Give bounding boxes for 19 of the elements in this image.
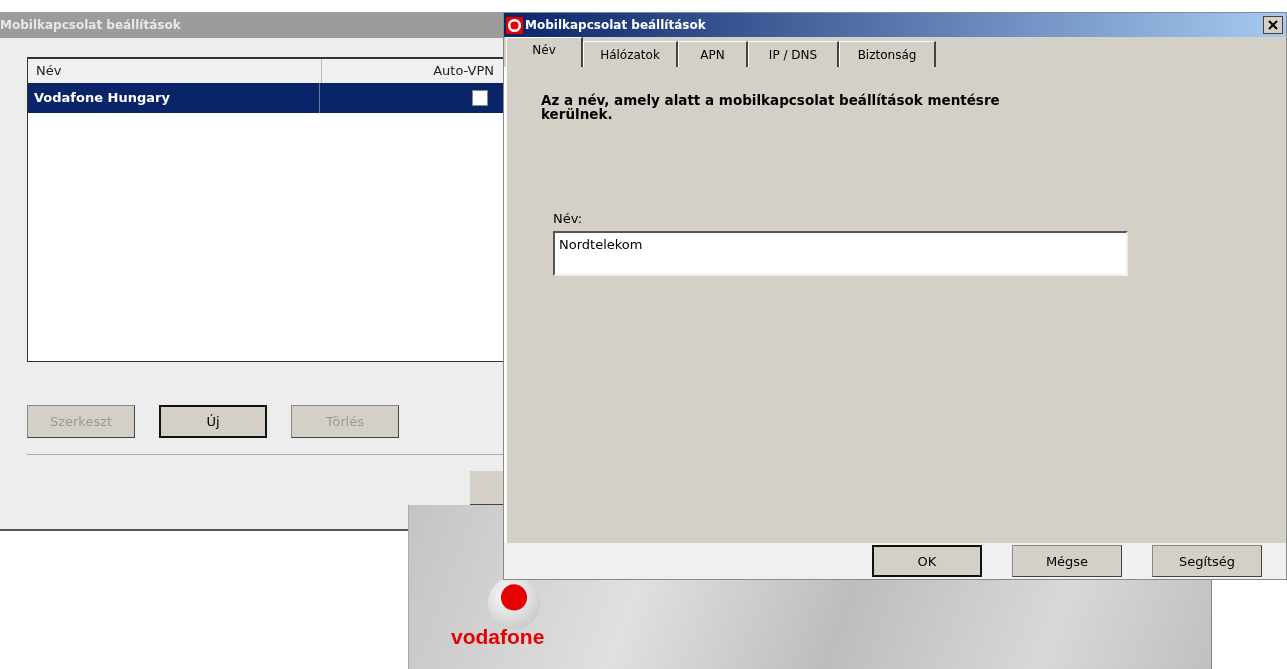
push-button[interactable]: OK bbox=[872, 545, 982, 577]
push-button[interactable]: Új bbox=[159, 405, 267, 438]
name-field[interactable]: Nordtelekom bbox=[553, 231, 1128, 276]
list-cell: Vodafone Hungary bbox=[28, 83, 320, 113]
push-button[interactable]: Mégse bbox=[1012, 545, 1122, 577]
description-text: Az a név, amely alatt a mobilkapcsolat beállítások mentésre kerülnek. bbox=[541, 93, 1001, 121]
app-icon bbox=[506, 16, 523, 34]
tab[interactable]: Hálózatok bbox=[583, 41, 678, 67]
field-label: Név: bbox=[553, 211, 583, 226]
close-icon bbox=[1268, 20, 1278, 30]
checkbox[interactable] bbox=[472, 90, 488, 106]
close-button[interactable] bbox=[1263, 16, 1283, 34]
logo-text: vodafone bbox=[451, 625, 545, 649]
tab[interactable]: IP / DNS bbox=[748, 41, 839, 67]
tab[interactable]: APN bbox=[678, 41, 748, 67]
tab[interactable]: Név bbox=[506, 37, 583, 67]
window-title: Mobilkapcsolat beállítások bbox=[525, 18, 707, 32]
push-button[interactable]: Segítség bbox=[1152, 545, 1262, 577]
tab[interactable]: Biztonság bbox=[839, 41, 936, 67]
